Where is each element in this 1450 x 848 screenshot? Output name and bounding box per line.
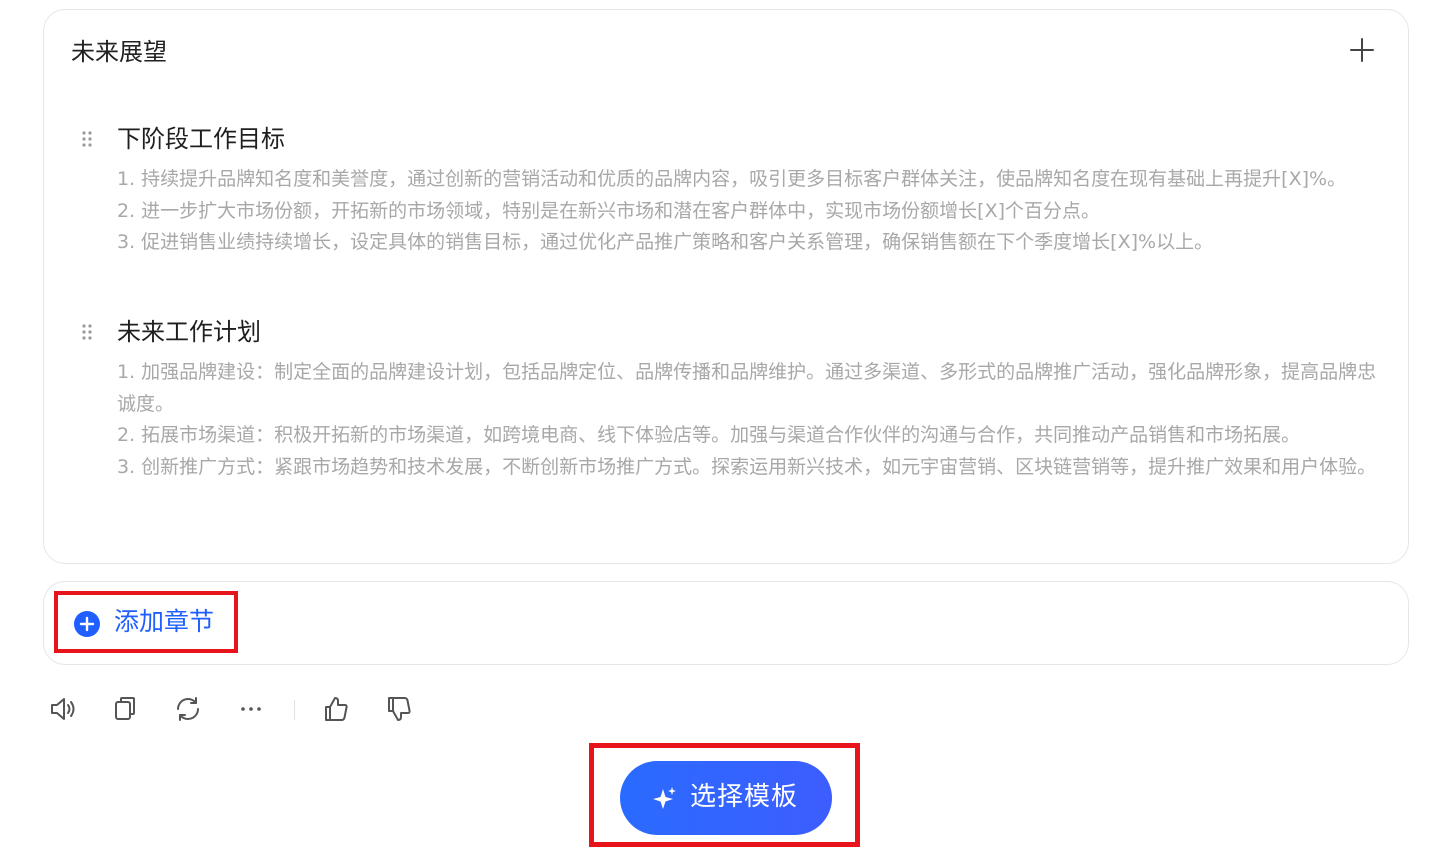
- drag-handle-icon[interactable]: [77, 323, 97, 343]
- thumbs-down-icon[interactable]: [382, 692, 416, 726]
- paragraph: 2. 进一步扩大市场份额，开拓新的市场领域，特别是在新兴市场和潜在客户群体中，实…: [117, 199, 1101, 222]
- more-icon[interactable]: [234, 692, 268, 726]
- section-header: 未来工作计划: [77, 315, 1377, 351]
- add-chapter-label: 添加章节: [114, 607, 215, 636]
- section-body: 1. 持续提升品牌知名度和美誉度，通过创新的营销活动和优质的品牌内容，吸引更多目…: [117, 164, 1379, 259]
- section-header: 下阶段工作目标: [77, 122, 1377, 158]
- section-future-plan: 未来工作计划 1. 加强品牌建设：制定全面的品牌建设计划，包括品牌定位、品牌传播…: [77, 315, 1377, 483]
- section-card: 未来展望 下阶段工作目标 1. 持续提升品牌知名度和美誉度，通过创新的营销活动和…: [43, 9, 1409, 564]
- card-title: 未来展望: [71, 38, 167, 66]
- choose-template-label: 选择模板: [690, 782, 799, 812]
- add-icon[interactable]: [1348, 36, 1376, 64]
- paragraph: 1. 持续提升品牌知名度和美誉度，通过创新的营销活动和优质的品牌内容，吸引更多目…: [117, 168, 1347, 190]
- section-body: 1. 加强品牌建设：制定全面的品牌建设计划，包括品牌定位、品牌传播和品牌维护。通…: [117, 357, 1379, 483]
- choose-template-button[interactable]: 选择模板: [620, 761, 832, 835]
- sparkle-icon: [650, 785, 678, 813]
- thumbs-up-icon[interactable]: [319, 692, 353, 726]
- message-toolbar: [46, 692, 446, 728]
- plus-circle-icon: [74, 611, 100, 637]
- paragraph: 2. 拓展市场渠道：积极开拓新的市场渠道，如跨境电商、线下体验店等。加强与渠道合…: [117, 424, 1301, 446]
- section-next-goals: 下阶段工作目标 1. 持续提升品牌知名度和美誉度，通过创新的营销活动和优质的品牌…: [77, 122, 1377, 259]
- toolbar-divider: [294, 700, 295, 720]
- section-title: 未来工作计划: [117, 318, 261, 346]
- paragraph: 1. 加强品牌建设：制定全面的品牌建设计划，包括品牌定位、品牌传播和品牌维护。通…: [117, 361, 1377, 415]
- refresh-icon[interactable]: [171, 692, 205, 726]
- speaker-icon[interactable]: [46, 692, 80, 726]
- paragraph: 3. 创新推广方式：紧跟市场趋势和技术发展，不断创新市场推广方式。探索运用新兴技…: [117, 455, 1377, 478]
- page: 未来展望 下阶段工作目标 1. 持续提升品牌知名度和美誉度，通过创新的营销活动和…: [0, 0, 1450, 848]
- add-chapter-button[interactable]: 添加章节: [54, 591, 238, 653]
- add-chapter-row: 添加章节: [43, 581, 1409, 665]
- template-highlight-frame: 选择模板: [589, 743, 860, 847]
- copy-icon[interactable]: [108, 692, 142, 726]
- drag-handle-icon[interactable]: [77, 130, 97, 150]
- paragraph: 3. 促进销售业绩持续增长，设定具体的销售目标，通过优化产品推广策略和客户关系管…: [117, 231, 1214, 253]
- section-title: 下阶段工作目标: [117, 125, 285, 153]
